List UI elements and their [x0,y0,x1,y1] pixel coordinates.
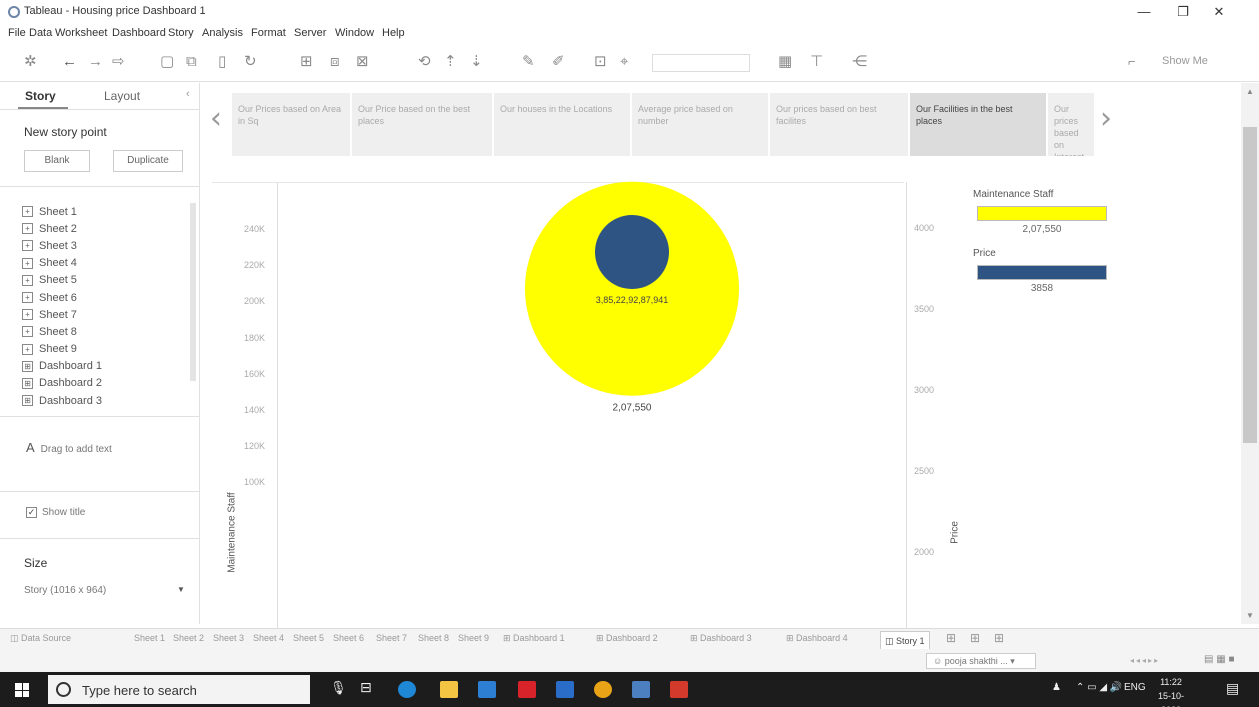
tab-sheet[interactable]: Sheet 6 [333,633,364,643]
view-mode-icons[interactable]: ▤ ▦ ■ [1204,654,1235,665]
mail-icon[interactable] [556,681,574,698]
edge-icon[interactable] [398,681,416,698]
tab-sheet[interactable]: Sheet 5 [293,633,324,643]
price-label: 3,85,22,92,87,941 [596,295,669,305]
search-placeholder: Type here to search [82,683,197,698]
file-explorer-icon[interactable] [440,681,458,698]
status-bar: ☺ pooja shakthi ... ▾ ◂◂◂▸▸ ▤ ▦ ■ [0,650,1259,672]
canvas-vertical-scrollbar[interactable]: ▲ ▼ [1241,83,1259,624]
store-icon[interactable] [478,681,496,698]
tableau-taskbar-icon[interactable] [632,681,650,698]
legend-title: Maintenance Staff [973,189,1054,200]
tab-sheet[interactable]: Sheet 7 [376,633,407,643]
microphone-icon[interactable]: 🎙 [330,680,347,696]
tab-sheet[interactable]: Sheet 3 [213,633,244,643]
legend-color-bar[interactable] [977,265,1107,280]
people-icon[interactable]: ♟ [1052,682,1061,693]
legend-value: 3858 [1030,283,1054,294]
tab-sheet[interactable]: Sheet 4 [253,633,284,643]
chart-plot: 2,07,550 3,85,22,92,87,941 [525,181,739,414]
cortana-icon [56,682,71,697]
legend-color-bar[interactable] [977,206,1107,221]
tab-dashboard[interactable]: ⊞ Dashboard 2 [596,633,658,644]
maintenance-staff-label: 2,07,550 [613,403,652,414]
price-mark[interactable] [595,215,669,290]
legend-value: 2,07,550 [1022,224,1062,235]
taskbar-search[interactable]: Type here to search [48,675,310,704]
tray-icons[interactable]: ⌃ ▭ ◢ 🔊 [1076,682,1122,693]
chrome-icon[interactable] [594,681,612,698]
tab-sheet[interactable]: Sheet 1 [134,633,165,643]
legend-title: Price [973,248,996,259]
new-dashboard-tab-icon[interactable]: ⊞ [970,631,980,645]
tab-dashboard[interactable]: ⊞ Dashboard 3 [690,633,752,644]
scroll-up-icon[interactable]: ▲ [1246,87,1254,96]
scroll-down-icon[interactable]: ▼ [1246,611,1254,620]
tab-sheet[interactable]: Sheet 9 [458,633,489,643]
tab-sheet[interactable]: Sheet 2 [173,633,204,643]
scrollbar-thumb[interactable] [1243,127,1257,443]
tab-sheet[interactable]: Sheet 8 [418,633,449,643]
sheet-tabs-bar: ◫ Data Source Sheet 1 Sheet 2 Sheet 3 Sh… [0,628,1259,650]
language-indicator[interactable]: ENG [1124,682,1146,693]
new-story-tab-icon[interactable]: ⊞ [994,631,1004,645]
sheet-navigation-icons[interactable]: ◂◂◂▸▸ [1130,656,1160,665]
acrobat-icon[interactable] [670,681,688,698]
task-view-icon[interactable]: ⊟ [360,679,372,696]
user-menu[interactable]: ☺ pooja shakthi ... ▾ [926,653,1036,669]
tab-dashboard[interactable]: ⊞ Dashboard 1 [503,633,565,644]
antivirus-icon[interactable] [518,681,536,698]
tab-data-source[interactable]: ◫ Data Source [10,633,71,644]
tab-dashboard[interactable]: ⊞ Dashboard 4 [786,633,848,644]
new-worksheet-tab-icon[interactable]: ⊞ [946,631,956,645]
windows-taskbar: Type here to search 🎙 ⊟ ♟ ⌃ ▭ ◢ 🔊 ENG 11… [0,672,1259,707]
clock[interactable]: 11:22 15-10-2023 [1149,675,1193,707]
notifications-icon[interactable]: ▤ [1226,680,1239,697]
windows-start-icon[interactable] [15,683,29,697]
tab-story-active[interactable]: ◫ Story 1 [880,631,930,649]
